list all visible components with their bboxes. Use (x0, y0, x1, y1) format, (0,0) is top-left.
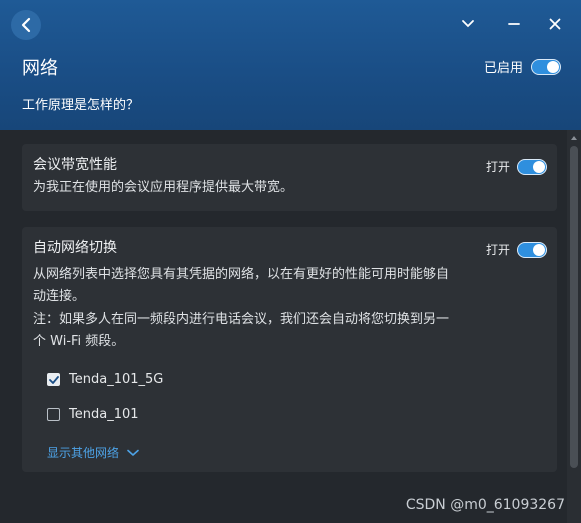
scrollbar-thumb[interactable] (570, 146, 578, 468)
auto-switch-note-line: 注：如果多人在同一频段内进行电话会议，我们还会自动将您切换到另一 (33, 312, 450, 327)
auto-switch-description-line: 从网络列表中选择您具有其凭据的网络，以在有更好的性能可用时能够自 (33, 267, 450, 282)
show-other-networks-link[interactable]: 显示其他网络 (47, 444, 139, 461)
auto-switch-toggle-label: 打开 (485, 243, 510, 257)
network-item-tenda-101-5g[interactable]: Tenda_101_5G (47, 372, 163, 387)
chevron-down-icon (462, 20, 474, 28)
checkmark-icon (48, 375, 59, 384)
auto-switch-toggle-control: 打开 (486, 241, 547, 258)
scroll-up-arrow-icon[interactable] (569, 133, 579, 143)
toggle-knob (547, 60, 559, 73)
network-item-tenda-101[interactable]: Tenda_101 (47, 407, 139, 422)
chevron-left-icon (21, 17, 31, 33)
network-enabled-control: 已启用 (484, 57, 561, 76)
bandwidth-title: 会议带宽性能 (33, 157, 117, 173)
page-title: 网络 (22, 58, 58, 79)
toggle-knob (533, 243, 545, 256)
vertical-scrollbar[interactable] (567, 130, 581, 523)
auto-switch-card: 自动网络切换 打开 从网络列表中选择您具有其凭据的网络，以在有更好的性能可用时能… (22, 227, 557, 472)
minimize-icon (508, 23, 520, 25)
back-button[interactable] (11, 10, 41, 40)
bandwidth-description: 为我正在使用的会议应用程序提供最大带宽。 (33, 180, 294, 195)
chevron-down-icon (127, 449, 139, 456)
close-button[interactable] (545, 14, 565, 34)
bandwidth-toggle-label: 打开 (485, 160, 510, 174)
network-enabled-toggle[interactable] (531, 58, 561, 75)
bandwidth-toggle[interactable] (517, 158, 547, 175)
bandwidth-toggle-control: 打开 (486, 158, 547, 175)
watermark: CSDN @m0_61093267 (405, 497, 565, 513)
network-name: Tenda_101_5G (69, 372, 164, 387)
auto-switch-title: 自动网络切换 (33, 240, 117, 256)
close-icon (549, 18, 561, 30)
network-checkbox-checked[interactable] (47, 373, 60, 386)
show-other-networks-label: 显示其他网络 (47, 446, 120, 460)
auto-switch-note-line: 个 Wi-Fi 频段。 (33, 334, 125, 349)
how-it-works-link[interactable]: 工作原理是怎样的？ (22, 94, 139, 113)
minimize-button[interactable] (504, 14, 524, 34)
network-name: Tenda_101 (69, 407, 139, 422)
header-bar: 网络 已启用 工作原理是怎样的？ (0, 0, 581, 130)
auto-switch-toggle[interactable] (517, 241, 547, 258)
network-checkbox-unchecked[interactable] (47, 408, 60, 421)
collapse-button[interactable] (458, 14, 478, 34)
toggle-knob (533, 160, 545, 173)
bandwidth-card: 会议带宽性能 打开 为我正在使用的会议应用程序提供最大带宽。 (22, 144, 557, 211)
auto-switch-description-line: 动连接。 (33, 289, 86, 304)
enabled-label: 已启用 (483, 61, 523, 76)
